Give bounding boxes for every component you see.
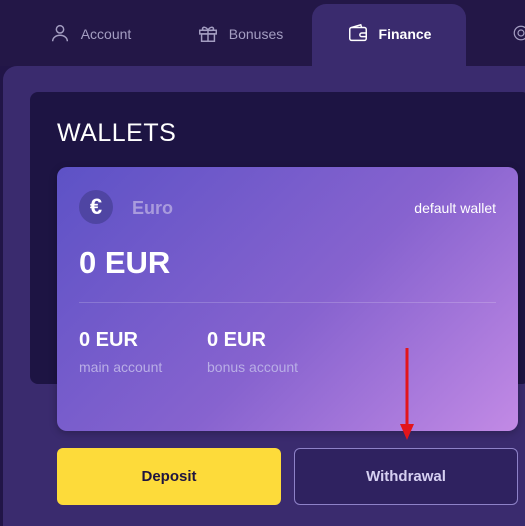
euro-icon: € bbox=[79, 190, 113, 224]
divider bbox=[79, 302, 496, 303]
main-account-label: main account bbox=[79, 359, 163, 375]
default-wallet-label: default wallet bbox=[414, 200, 496, 216]
tab-more[interactable] bbox=[500, 4, 525, 68]
withdrawal-button[interactable]: Withdrawal bbox=[294, 448, 518, 505]
currency-name: Euro bbox=[132, 198, 174, 218]
bonus-account-amount: 0 EUR bbox=[207, 329, 266, 351]
page-title: WALLETS bbox=[57, 119, 177, 147]
tab-finance[interactable]: Finance bbox=[312, 4, 466, 68]
gift-icon bbox=[198, 26, 217, 42]
settings-icon bbox=[513, 25, 525, 41]
main-account-amount: 0 EUR bbox=[79, 329, 138, 351]
tab-bar: Account Bonuses Finance bbox=[0, 0, 525, 68]
wallet-balance: 0 EUR bbox=[79, 245, 171, 280]
tab-bonuses-label: Bonuses bbox=[228, 26, 284, 42]
tab-account[interactable]: Account bbox=[25, 4, 155, 68]
user-icon bbox=[51, 24, 68, 42]
bonus-account-label: bonus account bbox=[207, 359, 299, 375]
tab-finance-label: Finance bbox=[378, 26, 432, 42]
wallet-card: € Euro default wallet 0 EUR 0 EUR main a… bbox=[57, 167, 518, 431]
tab-bonuses[interactable]: Bonuses bbox=[175, 4, 305, 68]
red-arrow-annotation bbox=[400, 348, 414, 440]
wallet-icon bbox=[348, 23, 367, 42]
deposit-button[interactable]: Deposit bbox=[57, 448, 281, 505]
tab-account-label: Account bbox=[80, 26, 132, 42]
